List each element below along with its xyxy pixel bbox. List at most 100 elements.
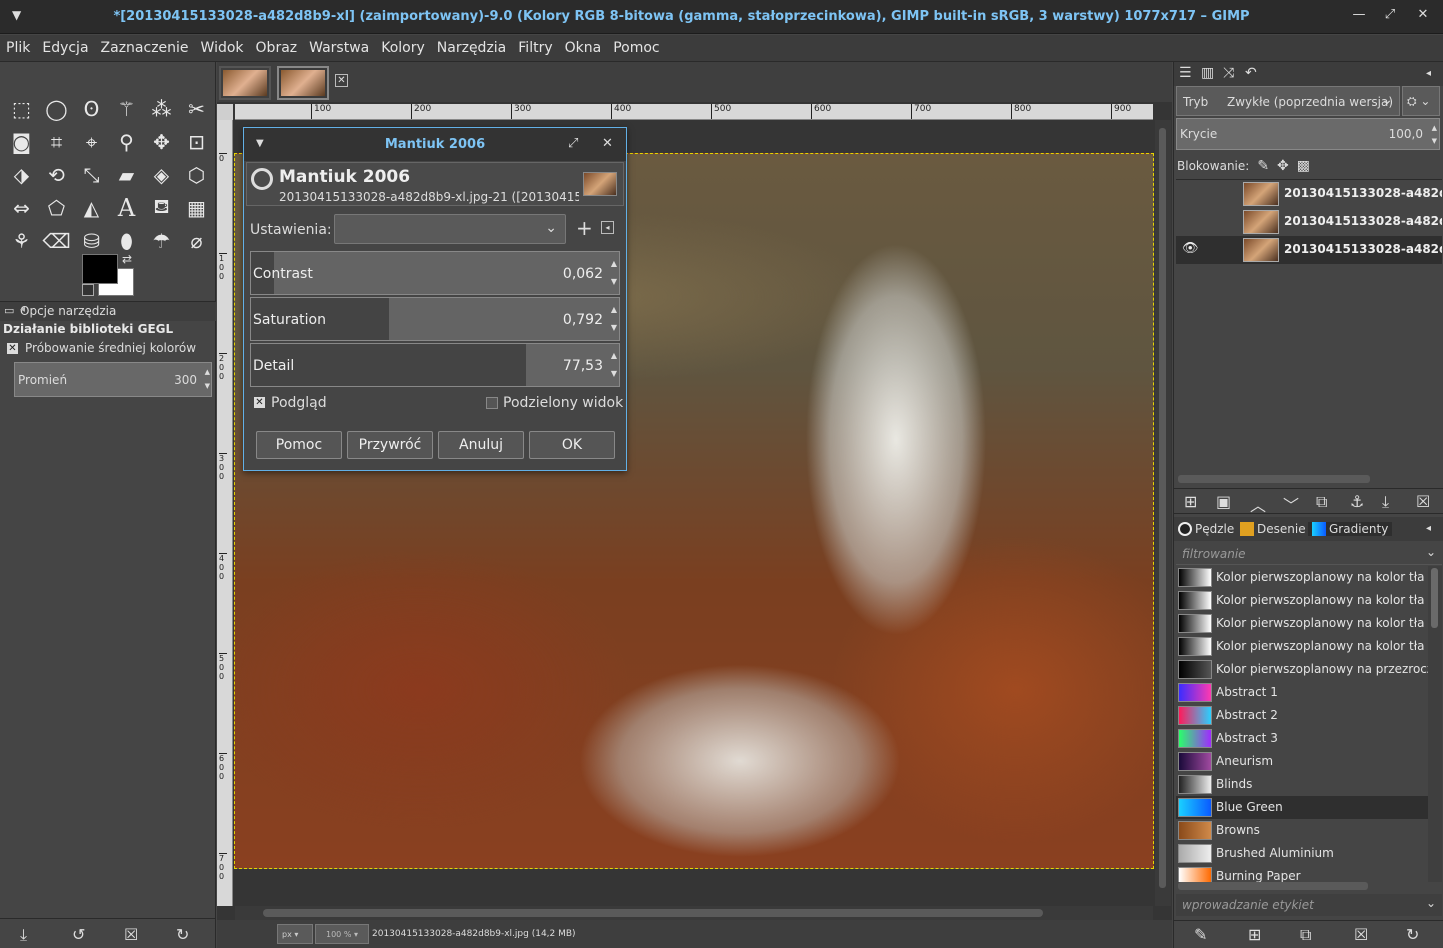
delete-layer-icon[interactable]: ☒	[1416, 492, 1430, 511]
merge-layer-icon[interactable]: ⤓	[1382, 492, 1389, 512]
raise-layer-icon[interactable]: ︿	[1250, 492, 1266, 516]
foreground-color-swatch[interactable]	[82, 254, 118, 284]
spin-arrows-icon[interactable]: ▲ ▼	[205, 365, 210, 393]
contrast-slider[interactable]: Contrast 0,062 ▲ ▼	[250, 251, 620, 295]
tool-options-tab[interactable]: ▭ Opcje narzędzia ◂	[0, 301, 216, 321]
clone-icon[interactable]: ⛁	[74, 224, 109, 257]
align-icon[interactable]: ⊡	[179, 125, 214, 158]
gradient-item[interactable]: Abstract 1	[1176, 681, 1428, 704]
gradient-item[interactable]: Kolor pierwszoplanowy na kolor tła (bard…	[1176, 566, 1428, 589]
gradient-item[interactable]: Blue Green	[1176, 796, 1428, 819]
eye-icon[interactable]: 👁	[1182, 241, 1199, 256]
menu-widok[interactable]: Widok	[195, 35, 250, 56]
lock-pixels-icon[interactable]: ✎	[1257, 158, 1269, 174]
reset-options-icon[interactable]: ↻	[176, 925, 189, 944]
duplicate-gradient-icon[interactable]: ⧉	[1300, 925, 1311, 945]
channels-tab-icon[interactable]: ▥	[1201, 65, 1214, 81]
airbrush-icon[interactable]: ⚘	[4, 224, 39, 257]
dialog-close-icon[interactable]: ✕	[602, 136, 613, 151]
sampling-checkbox[interactable]: ✕	[7, 343, 18, 354]
scroll-thumb[interactable]	[263, 909, 1043, 917]
minimize-icon[interactable]: —	[1349, 7, 1369, 27]
composite-mode-button[interactable]: ⛭ ⌄	[1402, 86, 1440, 116]
gradient-item[interactable]: Brushed Aluminium	[1176, 842, 1428, 865]
spin-arrows-icon[interactable]: ▲ ▼	[611, 347, 617, 383]
swap-colors-icon[interactable]: ⇄	[122, 252, 132, 266]
lock-position-icon[interactable]: ✥	[1277, 158, 1289, 174]
delete-options-icon[interactable]: ☒	[124, 925, 138, 944]
maximize-icon[interactable]: ⤢	[1380, 7, 1400, 27]
split-view-checkbox[interactable]	[486, 397, 498, 409]
gradient-item[interactable]: Aneurism	[1176, 750, 1428, 773]
tab-brushes[interactable]: Pędzle	[1178, 522, 1234, 536]
new-gradient-icon[interactable]: ⊞	[1248, 925, 1261, 944]
preset-menu-icon[interactable]: ◂	[601, 221, 614, 234]
layer-mode-combo[interactable]: Tryb Zwykłe (poprzednia wersja) ⌄	[1176, 86, 1400, 116]
ellipse-select-icon[interactable]: ◯	[39, 92, 74, 125]
refresh-gradients-icon[interactable]: ↻	[1406, 925, 1419, 944]
spin-arrows-icon[interactable]: ▲ ▼	[1432, 122, 1437, 148]
detail-slider[interactable]: Detail 77,53 ▲ ▼	[250, 343, 620, 387]
panel-menu-icon[interactable]: ◂	[20, 304, 210, 315]
spin-arrows-icon[interactable]: ▲ ▼	[611, 255, 617, 291]
image-tab-1[interactable]	[219, 66, 271, 100]
help-button[interactable]: Pomoc	[256, 431, 342, 459]
foreground-select-icon[interactable]: ◙	[4, 125, 39, 158]
paths-tab-icon[interactable]: ⤨	[1223, 65, 1234, 81]
layer-row[interactable]: 20130415133028-a482d8b9-xl.jpg-22	[1176, 208, 1442, 236]
ok-button[interactable]: OK	[529, 431, 615, 459]
scale-icon[interactable]: ⤡	[74, 158, 109, 191]
color-picker-icon[interactable]: ⌖	[74, 125, 109, 158]
unified-transform-icon[interactable]: ⬗	[4, 158, 39, 191]
default-colors-icon[interactable]	[82, 284, 94, 296]
unit-select[interactable]: px ▾	[277, 924, 313, 944]
lower-layer-icon[interactable]: ﹀	[1283, 492, 1299, 516]
lock-alpha-icon[interactable]: ▩	[1297, 158, 1310, 174]
edit-gradient-icon[interactable]: ✎	[1194, 925, 1207, 944]
gradient-list-hscrollbar[interactable]	[1178, 882, 1368, 890]
menu-narzedzia[interactable]: Narzędzia	[431, 35, 512, 56]
undo-tab-icon[interactable]: ↶	[1245, 65, 1257, 81]
image-tab-2[interactable]	[277, 66, 329, 100]
scissors-icon[interactable]: ✂	[179, 92, 214, 125]
cancel-button[interactable]: Anuluj	[438, 431, 524, 459]
tab-patterns[interactable]: Desenie	[1240, 522, 1306, 536]
layer-row[interactable]: 👁 20130415133028-a482d8b9-xl.jpg	[1176, 236, 1442, 264]
reset-button[interactable]: Przywróć	[347, 431, 433, 459]
tab-gradients[interactable]: Gradienty	[1308, 522, 1393, 536]
layers-scrollbar[interactable]	[1178, 475, 1370, 483]
preview-checkbox[interactable]: ✕	[254, 397, 265, 408]
settings-combo[interactable]: ⌄	[334, 214, 566, 244]
horizontal-ruler[interactable]: 100 200 300 400 500 600 700 800 900	[235, 104, 1153, 120]
paint-bucket-icon[interactable]: ⛾	[144, 191, 179, 224]
menu-kolory[interactable]: Kolory	[375, 35, 431, 56]
crop-icon[interactable]: ⌗	[39, 125, 74, 158]
menu-pomoc[interactable]: Pomoc	[607, 35, 665, 56]
save-options-icon[interactable]: ⤓	[20, 925, 27, 945]
eraser-icon[interactable]: ⌫	[39, 224, 74, 257]
blend-icon[interactable]: ▦	[179, 191, 214, 224]
opacity-spinner[interactable]: Krycie 100,0 ▲ ▼	[1176, 118, 1440, 150]
paintbrush-icon[interactable]: ⌀	[179, 224, 214, 257]
gradient-list-scrollbar[interactable]	[1428, 566, 1442, 882]
gradient-item[interactable]: Burning Paper	[1176, 865, 1428, 882]
scroll-thumb[interactable]	[1159, 128, 1166, 888]
menu-edycja[interactable]: Edycja	[36, 35, 94, 56]
text-icon[interactable]: A	[109, 191, 144, 224]
perspective-icon[interactable]: ⬡	[179, 158, 214, 191]
add-preset-icon[interactable]: +	[576, 216, 593, 240]
warp-icon[interactable]: ◈	[144, 158, 179, 191]
gradient-item[interactable]: Kolor pierwszoplanowy na przezroczysty	[1176, 658, 1428, 681]
scroll-thumb[interactable]	[1431, 568, 1438, 628]
rect-select-icon[interactable]: ⬚	[4, 92, 39, 125]
panel-menu-icon[interactable]: ◂	[1426, 68, 1431, 79]
gradient-item[interactable]: Abstract 2	[1176, 704, 1428, 727]
fuzzy-select-icon[interactable]: ⚚	[109, 92, 144, 125]
flip-icon[interactable]: ⇔	[4, 191, 39, 224]
menu-warstwa[interactable]: Warstwa	[303, 35, 375, 56]
move-icon[interactable]: ✥	[144, 125, 179, 158]
menu-plik[interactable]: Plik	[0, 35, 36, 56]
ruler-corner[interactable]	[217, 104, 233, 120]
menu-filtry[interactable]: Filtry	[512, 35, 558, 56]
delete-gradient-icon[interactable]: ☒	[1354, 925, 1368, 944]
